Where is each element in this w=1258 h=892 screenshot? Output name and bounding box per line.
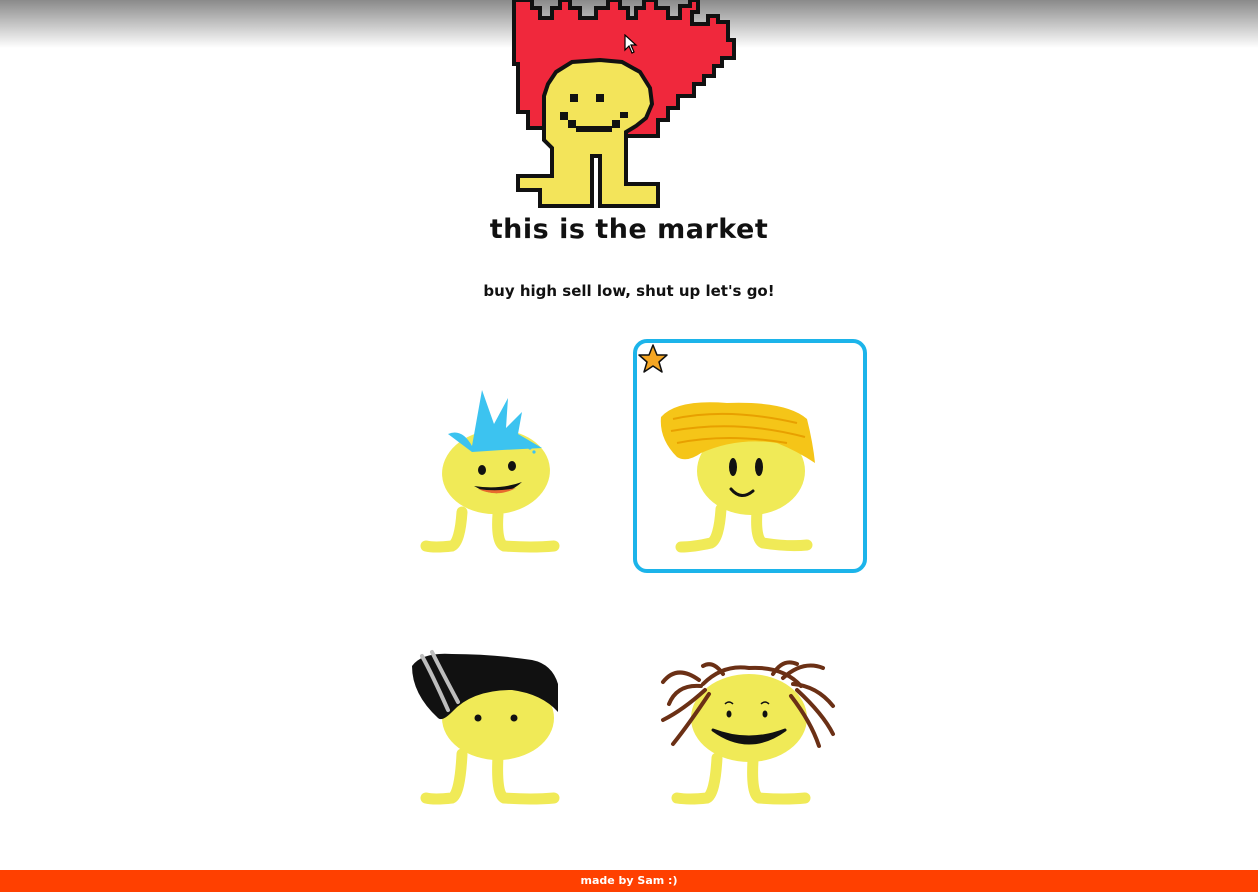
- character-black-slick: [412, 650, 560, 805]
- hero-mascot: [512, 0, 736, 208]
- character-card-blue-spiky[interactable]: [382, 342, 616, 576]
- character-card-black-slick[interactable]: [382, 594, 616, 828]
- character-blue-spiky: [420, 390, 560, 553]
- character-brown-dreadlocks: [661, 660, 835, 805]
- page-subtitle: buy high sell low, shut up let's go!: [483, 282, 775, 300]
- character-yellow-swoop: [660, 402, 815, 553]
- character-card-yellow-swoop[interactable]: [633, 339, 867, 573]
- footer-credit: made by Sam :): [0, 870, 1258, 892]
- page-title: this is the market: [489, 214, 769, 245]
- character-card-brown-dreadlocks[interactable]: [633, 594, 867, 828]
- cursor-icon: [624, 34, 638, 54]
